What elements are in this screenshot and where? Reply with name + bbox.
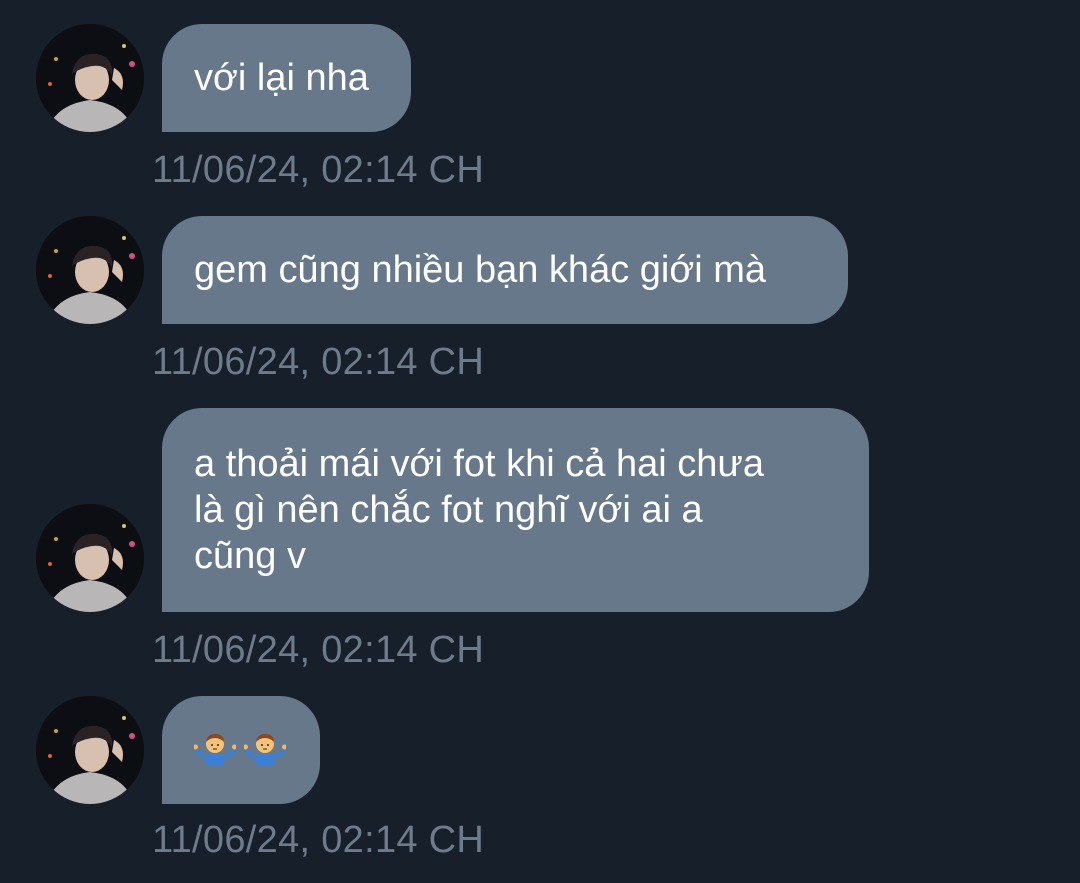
avatar[interactable] (36, 24, 144, 132)
message-bubble[interactable]: với lại nha (162, 24, 411, 132)
message-text: với lại nha (194, 57, 369, 99)
message-text: a thoải mái với fot khi cả hai chưa là g… (194, 443, 764, 577)
message-text: gem cũng nhiều bạn khác giới mà (194, 249, 767, 291)
avatar[interactable] (36, 504, 144, 612)
avatar[interactable] (36, 696, 144, 804)
person-shrugging-icon (243, 732, 287, 768)
message-timestamp: 11/06/24, 02:14 CH (152, 629, 485, 671)
avatar-photo-icon (36, 24, 144, 132)
message-bubble[interactable] (162, 696, 320, 804)
message-timestamp: 11/06/24, 02:14 CH (152, 819, 485, 861)
person-shrugging-icon (193, 732, 237, 768)
avatar-photo-icon (36, 504, 144, 612)
message-bubble[interactable]: gem cũng nhiều bạn khác giới mà (162, 216, 848, 324)
avatar[interactable] (36, 216, 144, 324)
message-timestamp: 11/06/24, 02:14 CH (152, 149, 485, 191)
avatar-photo-icon (36, 696, 144, 804)
message-timestamp: 11/06/24, 02:14 CH (152, 341, 485, 383)
chat-thread: với lại nha 11/06/24, 02:14 CH gem cũng … (0, 0, 1080, 883)
avatar-photo-icon (36, 216, 144, 324)
message-bubble[interactable]: a thoải mái với fot khi cả hai chưa là g… (162, 408, 869, 612)
